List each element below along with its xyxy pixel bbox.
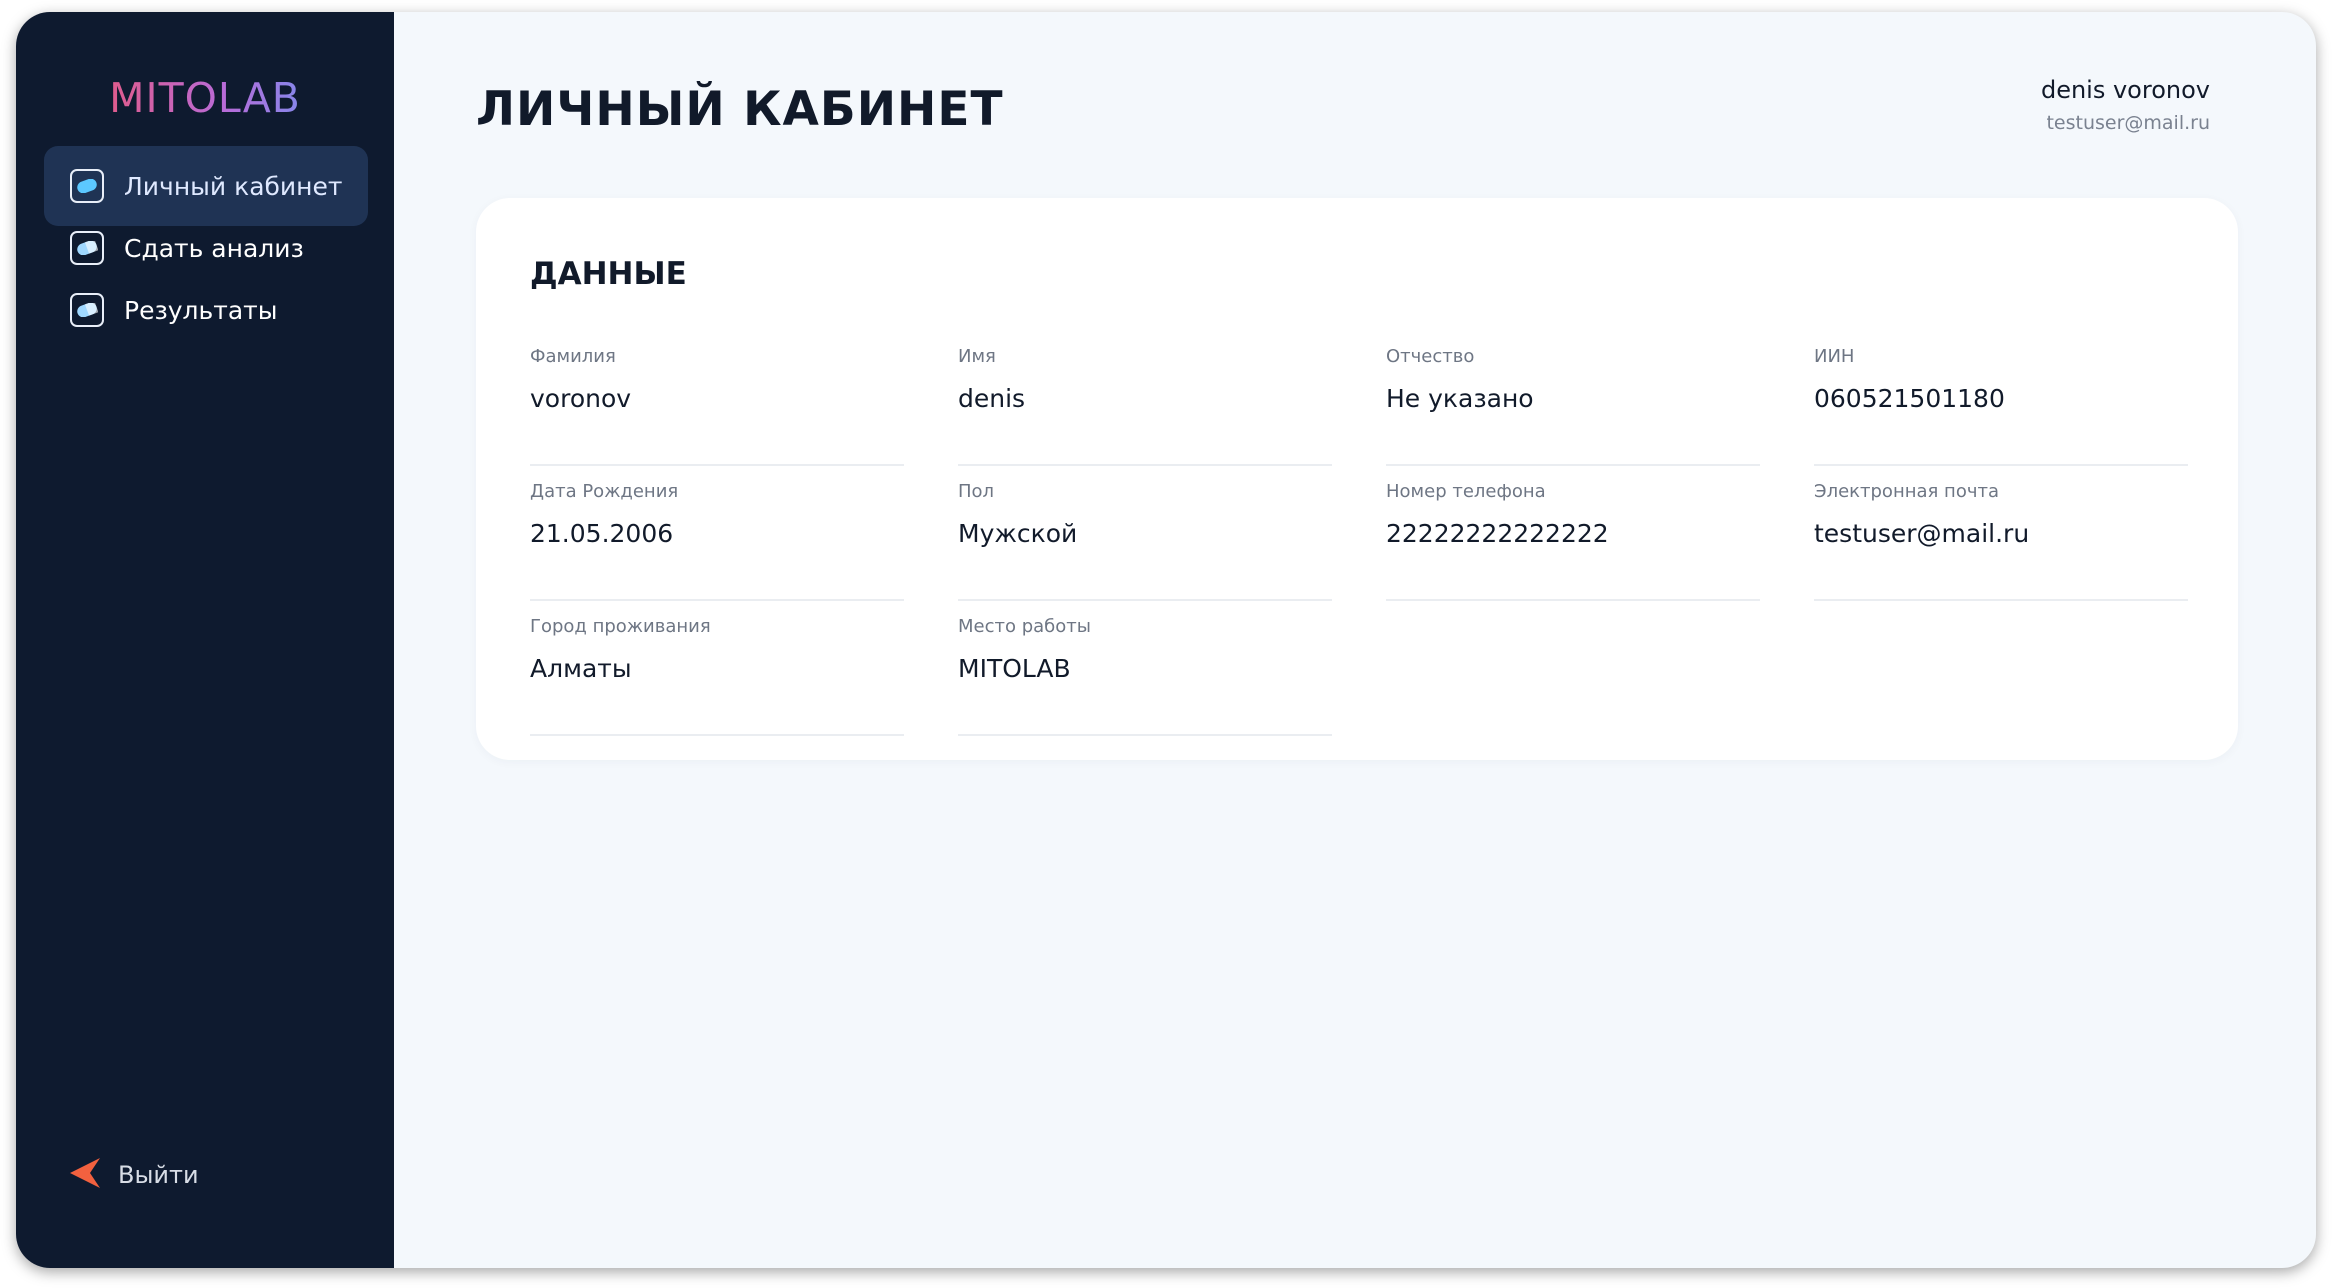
field-value: testuser@mail.ru	[1814, 519, 2030, 548]
field-value: Не указано	[1386, 384, 1534, 413]
field-value: 060521501180	[1814, 384, 2005, 413]
field-iin: ИИН 060521501180	[1814, 346, 2188, 466]
field-label: Город проживания	[530, 616, 711, 637]
user-email: testuser@mail.ru	[2046, 112, 2210, 134]
field-value: Мужской	[958, 519, 1078, 548]
card-title: ДАННЫЕ	[530, 256, 687, 292]
field-value: Алматы	[530, 654, 632, 683]
field-value: denis	[958, 384, 1026, 413]
field-value: 22222222222222	[1386, 519, 1609, 548]
field-birth-date: Дата Рождения 21.05.2006	[530, 481, 904, 601]
field-label: Отчество	[1386, 346, 1475, 367]
field-label: Номер телефона	[1386, 481, 1546, 502]
user-name: denis voronov	[2040, 76, 2210, 104]
pill-icon	[70, 231, 104, 265]
sidebar-item-label: Сдать анализ	[124, 233, 304, 263]
pill-icon	[70, 169, 104, 203]
main-content: ЛИЧНЫЙ КАБИНЕТ denis voronov testuser@ma…	[394, 12, 2316, 1268]
field-workplace: Место работы MITOLAB	[958, 616, 1332, 736]
page-title: ЛИЧНЫЙ КАБИНЕТ	[476, 82, 1004, 137]
app-window: MITOLAB Личный кабинет Сдать анализ Резу…	[16, 12, 2316, 1268]
sidebar: MITOLAB Личный кабинет Сдать анализ Резу…	[16, 12, 394, 1268]
field-label: Пол	[958, 481, 995, 502]
field-label: Дата Рождения	[530, 481, 679, 502]
sidebar-item-results[interactable]: Результаты	[44, 270, 368, 350]
field-email: Электронная почта testuser@mail.ru	[1814, 481, 2188, 601]
user-info: denis voronov testuser@mail.ru	[2041, 76, 2210, 134]
field-value: MITOLAB	[958, 654, 1071, 683]
field-last-name: Фамилия voronov	[530, 346, 904, 466]
field-first-name: Имя denis	[958, 346, 1332, 466]
arrow-left-icon	[68, 1156, 102, 1194]
field-label: Имя	[958, 346, 996, 367]
field-phone: Номер телефона 22222222222222	[1386, 481, 1760, 601]
field-gender: Пол Мужской	[958, 481, 1332, 601]
field-value: 21.05.2006	[530, 519, 674, 548]
sidebar-item-label: Личный кабинет	[124, 171, 343, 201]
field-patronymic: Отчество Не указано	[1386, 346, 1760, 466]
logo: MITOLAB	[16, 74, 394, 122]
logout-label: Выйти	[118, 1161, 199, 1189]
field-value: voronov	[530, 384, 632, 413]
sidebar-item-label: Результаты	[124, 295, 278, 325]
logout-button[interactable]: Выйти	[68, 1156, 199, 1194]
personal-data-card: ДАННЫЕ Фамилия voronov Имя denis Отчеств…	[476, 198, 2238, 760]
pill-icon	[70, 293, 104, 327]
field-label: ИИН	[1814, 346, 1855, 367]
field-label: Фамилия	[530, 346, 616, 367]
field-label: Место работы	[958, 616, 1091, 637]
field-label: Электронная почта	[1814, 481, 1999, 502]
field-city: Город проживания Алматы	[530, 616, 904, 736]
